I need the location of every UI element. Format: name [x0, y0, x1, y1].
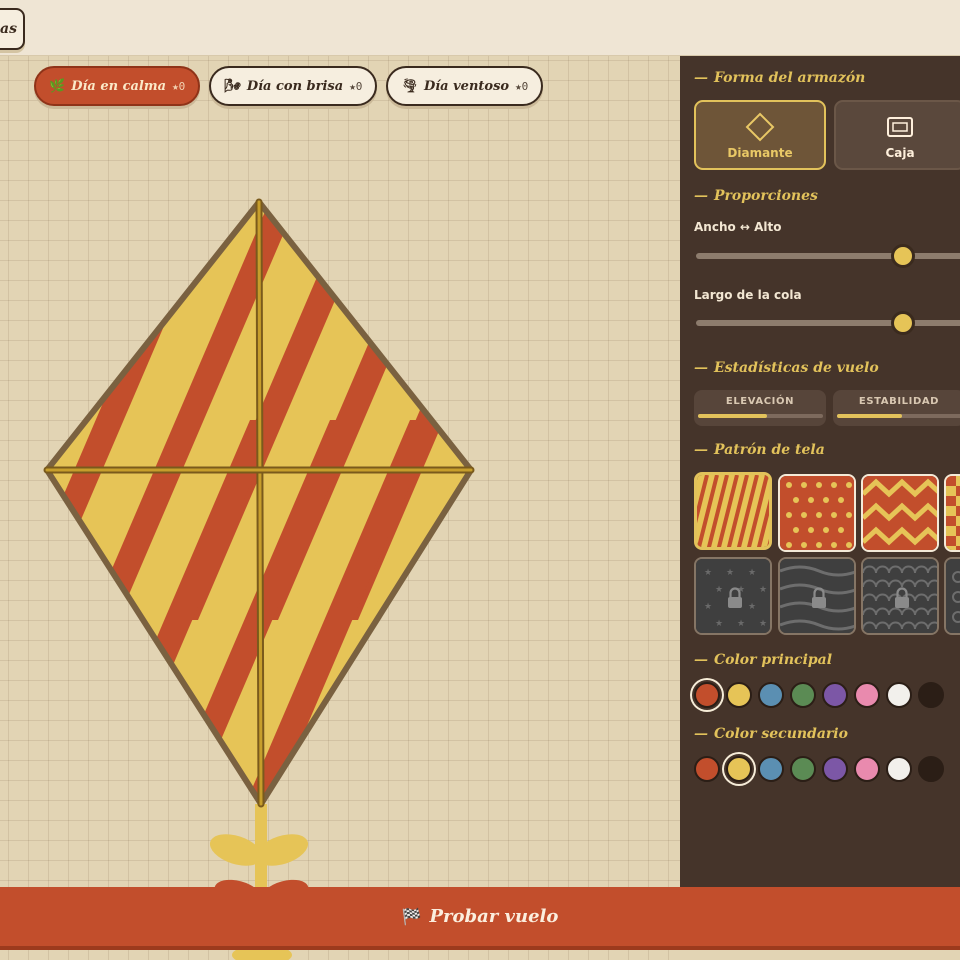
pattern-stars-locked[interactable]: ★ ★ ★ ★ ★ ★ ★ ★ ★ ★ ★	[694, 557, 772, 635]
stat-stability-card: ESTABILIDAD	[833, 390, 960, 426]
frame-diamond-option[interactable]: Diamante	[694, 100, 826, 170]
secondary-color-swatch-7[interactable]	[918, 756, 944, 782]
svg-text:★: ★	[704, 568, 712, 578]
secondary-color-swatch-5[interactable]	[854, 756, 880, 782]
stat-bar	[837, 414, 960, 418]
tail-slider[interactable]	[696, 311, 960, 335]
pattern-stripes[interactable]	[694, 472, 772, 550]
primary-color-swatch-0[interactable]	[694, 682, 720, 708]
tail-slider-label: Largo de la cola	[694, 288, 802, 302]
proportions-section-title: — Proporciones	[694, 188, 818, 204]
stat-label: ELEVACIÓN	[725, 396, 795, 407]
pattern-circles-locked[interactable]	[944, 557, 960, 635]
secondary-color-swatch-0[interactable]	[694, 756, 720, 782]
kite-sail	[47, 202, 471, 804]
pattern-waves-locked[interactable]	[778, 557, 856, 635]
pattern-dots[interactable]	[778, 474, 856, 552]
stat-bar	[698, 414, 823, 418]
stats-section-title: — Estadísticas de vuelo	[694, 360, 879, 376]
dots-pattern-icon	[780, 476, 854, 550]
scales-pattern-icon	[863, 559, 937, 633]
secondary-color-section-title: — Color secundario	[694, 726, 848, 742]
zigzag-pattern-icon	[863, 476, 937, 550]
top-bar: as	[0, 0, 960, 56]
frame-section-title: — Forma del armazón	[694, 70, 866, 86]
secondary-color-swatch-4[interactable]	[822, 756, 848, 782]
frame-option-label: Diamante	[727, 146, 793, 160]
stat-stability-fill	[837, 414, 902, 418]
ratio-slider-knob[interactable]	[891, 244, 916, 268]
tail-slider-knob[interactable]	[891, 311, 916, 335]
svg-text:★: ★	[704, 602, 712, 612]
stat-label: ESTABILIDAD	[858, 396, 940, 407]
checker-pattern-icon	[946, 476, 960, 550]
diamond-icon	[745, 112, 775, 142]
secondary-color-swatch-3[interactable]	[790, 756, 816, 782]
pattern-zigzag[interactable]	[861, 474, 939, 552]
ratio-slider-label: Ancho ↔ Alto	[694, 220, 782, 234]
primary-color-section-title: — Color principal	[694, 652, 833, 668]
secondary-color-swatch-1[interactable]	[726, 756, 752, 782]
svg-text:★: ★	[715, 585, 723, 595]
svg-text:★: ★	[715, 619, 723, 629]
svg-text:★: ★	[759, 619, 767, 629]
svg-text:★: ★	[726, 568, 734, 578]
primary-color-swatch-4[interactable]	[822, 682, 848, 708]
svg-text:★: ★	[759, 585, 767, 595]
primary-color-swatch-2[interactable]	[758, 682, 784, 708]
circles-pattern-icon	[946, 559, 960, 633]
kite-vertical-spar-highlight	[257, 200, 263, 806]
design-panel: — Forma del armazón Diamante Caja — Propor…	[680, 56, 960, 887]
box-frame-icon	[887, 117, 913, 137]
secondary-color-swatch-6[interactable]	[886, 756, 912, 782]
primary-color-swatch-5[interactable]	[854, 682, 880, 708]
ratio-slider[interactable]	[696, 244, 960, 268]
primary-color-swatch-3[interactable]	[790, 682, 816, 708]
frame-box-option[interactable]: Caja	[834, 100, 960, 170]
svg-text:★: ★	[748, 568, 756, 578]
pattern-checker[interactable]	[944, 474, 960, 552]
fabric-section-title: — Patrón de tela	[694, 442, 825, 458]
stat-lift-fill	[698, 414, 767, 418]
primary-color-swatch-7[interactable]	[918, 682, 944, 708]
stat-lift-card: ELEVACIÓN	[694, 390, 826, 426]
svg-text:★: ★	[748, 602, 756, 612]
primary-color-swatch-1[interactable]	[726, 682, 752, 708]
test-flight-button[interactable]: 🏁 Probar vuelo	[0, 887, 960, 950]
stars-pattern-icon: ★ ★ ★ ★ ★ ★ ★ ★ ★ ★ ★	[696, 559, 770, 633]
pattern-scales-locked[interactable]	[861, 557, 939, 635]
frame-option-label: Caja	[885, 146, 915, 160]
kite-canvas[interactable]: 🌿 Día en calma ★0 🌬 Día con brisa ★0 🌪 D…	[0, 56, 680, 960]
primary-color-swatch-6[interactable]	[886, 682, 912, 708]
secondary-color-swatch-2[interactable]	[758, 756, 784, 782]
waves-pattern-icon	[780, 559, 854, 633]
checkered-flag-icon: 🏁	[401, 907, 422, 926]
test-flight-label: Probar vuelo	[429, 906, 559, 927]
kite-preview[interactable]	[0, 56, 680, 960]
top-tab-label: as	[0, 21, 17, 37]
top-tab-button[interactable]: as	[0, 8, 25, 50]
svg-text:★: ★	[737, 619, 745, 629]
stripes-pattern-icon	[697, 475, 769, 547]
